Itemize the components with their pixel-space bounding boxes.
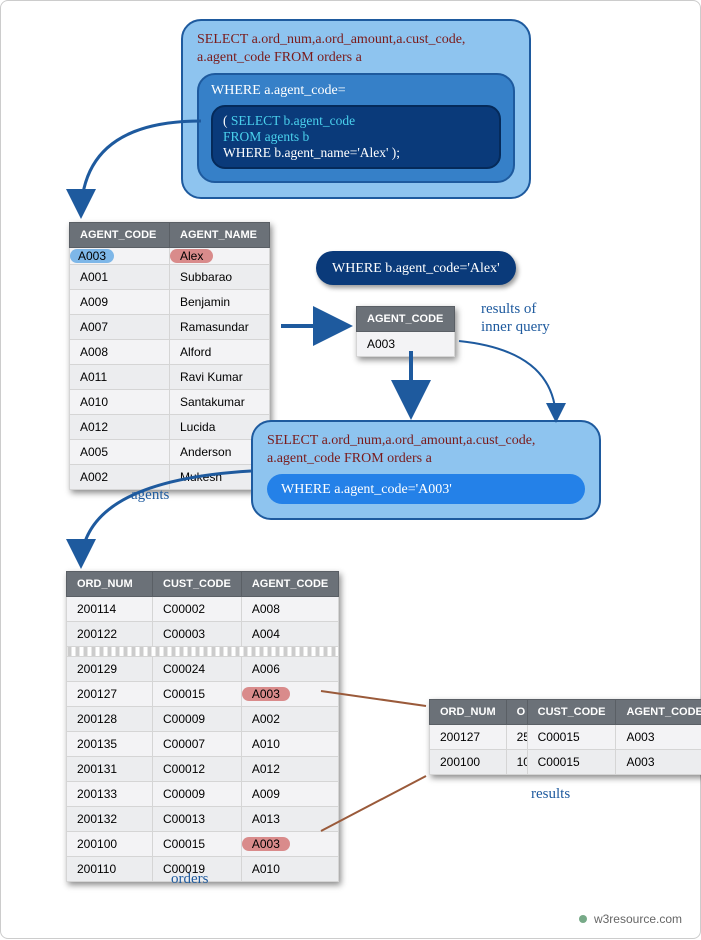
table-row: A005Anderson (70, 440, 270, 465)
table-row: A002Mukesh (70, 465, 270, 490)
table-row: 200135C00007A010 (67, 732, 339, 757)
agents-th-name: AGENT_NAME (170, 223, 270, 248)
table-row: 200128C00009A002 (67, 707, 339, 732)
table-row: A007Ramasundar (70, 315, 270, 340)
table-row: 20012725C00015A003 (430, 725, 701, 750)
sql-where-box: WHERE a.agent_code= ( SELECT b.agent_cod… (197, 73, 515, 183)
table-row: 200122C00003A004 (67, 622, 339, 647)
where-condition-pill: WHERE b.agent_code='Alex' (316, 251, 516, 285)
agent-code-result-table: AGENT_CODE A003 (356, 306, 455, 357)
sql-outer-query: SELECT a.ord_num,a.ord_amount,a.cust_cod… (181, 19, 531, 199)
table-row: A001Subbarao (70, 265, 270, 290)
table-row: A003 Alex (70, 248, 270, 265)
sql-outer-query-resolved: SELECT a.ord_num,a.ord_amount,a.cust_cod… (251, 420, 601, 520)
orders-th-agent: AGENT_CODE (241, 572, 338, 597)
table-row: 200114C00002A008 (67, 597, 339, 622)
results-th-o: O (506, 700, 527, 725)
results-th-cust: CUST_CODE (527, 700, 616, 725)
sql-select-line2: a.agent_code FROM orders a (197, 49, 515, 67)
sql2-line2: a.agent_code FROM orders a (267, 450, 585, 468)
table-row: A010Santakumar (70, 390, 270, 415)
results-table: ORD_NUM O CUST_CODE AGENT_CODE 20012725C… (429, 699, 701, 775)
sql-subquery-line2: FROM agents b (223, 129, 489, 145)
table-row: 200129C00024A006 (67, 657, 339, 682)
sql-select-line1: SELECT a.ord_num,a.ord_amount,a.cust_cod… (197, 31, 515, 49)
agents-table: AGENT_CODE AGENT_NAME A003 Alex A001Subb… (69, 222, 270, 490)
table-row: 200100C00015A003 (67, 832, 339, 857)
results-th-num: ORD_NUM (430, 700, 507, 725)
results-label: results (531, 786, 570, 803)
sql2-where-text: WHERE a.agent_code='A003' (281, 482, 452, 497)
orders-label: orders (171, 871, 209, 888)
agentcode-th: AGENT_CODE (357, 307, 455, 332)
footer-attribution: w3resource.com (579, 912, 682, 926)
results-th-agent: AGENT_CODE (616, 700, 701, 725)
table-row: 200133C00009A009 (67, 782, 339, 807)
footer-text: w3resource.com (594, 912, 682, 926)
agents-label: agents (131, 487, 169, 504)
orders-th-cust: CUST_CODE (153, 572, 242, 597)
table-row: A008Alford (70, 340, 270, 365)
where-condition-text: WHERE b.agent_code='Alex' (332, 261, 500, 276)
table-row: A012Lucida (70, 415, 270, 440)
table-row: 200132C00013A013 (67, 807, 339, 832)
footer-dot-icon (579, 915, 587, 923)
sql2-where-pill: WHERE a.agent_code='A003' (267, 474, 585, 504)
table-row: A009Benjamin (70, 290, 270, 315)
sql2-line1: SELECT a.ord_num,a.ord_amount,a.cust_cod… (267, 432, 585, 450)
inner-query-label-1: results of (481, 301, 536, 318)
torn-row (67, 647, 339, 657)
sql-where-text: WHERE a.agent_code= (211, 83, 501, 99)
sql-subquery-line3: WHERE b.agent_name='Alex' ); (223, 145, 489, 161)
sql-subquery-line1: ( SELECT b.agent_code (223, 113, 489, 129)
table-row: 200131C00012A012 (67, 757, 339, 782)
table-row: A003 (357, 332, 455, 357)
table-row: A011Ravi Kumar (70, 365, 270, 390)
table-row: 200127C00015A003 (67, 682, 339, 707)
table-row: 20010010C00015A003 (430, 750, 701, 775)
orders-table: ORD_NUM CUST_CODE AGENT_CODE 200114C0000… (66, 571, 339, 882)
orders-th-num: ORD_NUM (67, 572, 153, 597)
inner-query-label-2: inner query (481, 319, 550, 336)
sql-subquery-box: ( SELECT b.agent_code FROM agents b WHER… (211, 105, 501, 169)
agents-th-code: AGENT_CODE (70, 223, 170, 248)
